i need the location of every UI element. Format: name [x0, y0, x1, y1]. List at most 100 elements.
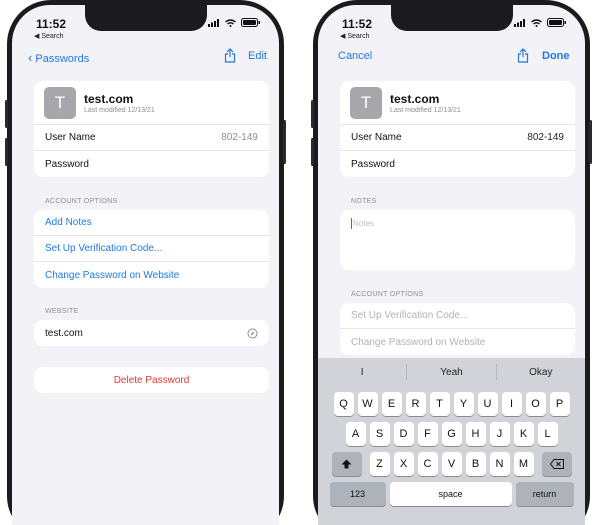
key-u[interactable]: U	[477, 392, 498, 416]
volume-down-button	[311, 138, 314, 166]
account-options-card: Add Notes Set Up Verification Code... Ch…	[34, 210, 269, 288]
password-row[interactable]: Password	[340, 151, 575, 177]
key-row-3: Z X C V B N M	[318, 452, 585, 476]
key-k[interactable]: K	[513, 422, 534, 446]
signal-icon	[208, 18, 219, 27]
key-s[interactable]: S	[369, 422, 390, 446]
key-q[interactable]: Q	[333, 392, 354, 416]
back-to-passwords-link[interactable]: ‹ Passwords	[28, 50, 89, 65]
website-value: test.com	[45, 327, 83, 339]
key-n[interactable]: N	[489, 452, 510, 476]
account-options-header: ACCOUNT OPTIONS	[351, 291, 424, 298]
key-w[interactable]: W	[357, 392, 378, 416]
key-e[interactable]: E	[381, 392, 402, 416]
last-modified: Last modified 12/13/21	[84, 106, 155, 114]
key-v[interactable]: V	[441, 452, 462, 476]
status-icons	[514, 18, 567, 27]
credential-card: T test.com Last modified 12/13/21 User N…	[340, 81, 575, 177]
signal-icon	[514, 18, 525, 27]
suggestion-3[interactable]: Okay	[497, 367, 585, 378]
site-title: test.com	[390, 91, 440, 106]
key-o[interactable]: O	[525, 392, 546, 416]
site-title: test.com	[84, 91, 134, 106]
edit-button[interactable]: Edit	[248, 50, 267, 62]
notes-header: NOTES	[351, 198, 377, 205]
key-row-4: 123 space return	[318, 482, 585, 506]
key-i[interactable]: I	[501, 392, 522, 416]
suggestion-1[interactable]: I	[318, 367, 406, 378]
numbers-key[interactable]: 123	[329, 482, 386, 506]
key-d[interactable]: D	[393, 422, 414, 446]
username-row[interactable]: User Name 802-149	[34, 125, 269, 151]
cancel-button[interactable]: Cancel	[338, 50, 372, 62]
key-a[interactable]: A	[345, 422, 366, 446]
key-h[interactable]: H	[465, 422, 486, 446]
status-back-to-search[interactable]: ◀ Search	[340, 32, 370, 40]
notes-field[interactable]: Notes	[340, 210, 575, 237]
credential-card: T test.com Last modified 12/13/21 User N…	[34, 81, 269, 177]
key-p[interactable]: P	[549, 392, 570, 416]
key-g[interactable]: G	[441, 422, 462, 446]
delete-password-button[interactable]: Delete Password	[34, 367, 269, 393]
change-password-on-website-button[interactable]: Change Password on Website	[340, 329, 575, 355]
power-button	[283, 120, 286, 164]
backspace-key[interactable]	[541, 452, 572, 476]
key-row-2: A S D F G H J K L	[318, 422, 585, 446]
key-j[interactable]: J	[489, 422, 510, 446]
site-header: T test.com Last modified 12/13/21	[340, 81, 575, 125]
space-key[interactable]: space	[389, 482, 512, 506]
notes-card: Notes	[340, 210, 575, 270]
left-screen: 11:52 ◀ Search ‹ Passwords Edit T test.c…	[12, 5, 279, 525]
key-r[interactable]: R	[405, 392, 426, 416]
right-phone: 11:52 ◀ Search Cancel Done T test.com La…	[311, 0, 592, 525]
key-f[interactable]: F	[417, 422, 438, 446]
account-options-card: Set Up Verification Code... Change Passw…	[340, 303, 575, 355]
site-header: T test.com Last modified 12/13/21	[34, 81, 269, 125]
return-key[interactable]: return	[515, 482, 574, 506]
username-value: 802-149	[221, 132, 258, 143]
back-label: Passwords	[35, 53, 90, 65]
key-l[interactable]: L	[537, 422, 558, 446]
done-button[interactable]: Done	[542, 50, 570, 62]
suggestion-2[interactable]: Yeah	[407, 367, 495, 378]
key-m[interactable]: M	[513, 452, 534, 476]
volume-down-button	[5, 138, 8, 166]
share-icon[interactable]	[517, 48, 529, 63]
password-row[interactable]: Password	[34, 151, 269, 177]
username-label: User Name	[45, 132, 96, 143]
password-label: Password	[45, 158, 89, 170]
website-row[interactable]: test.com	[34, 320, 269, 346]
power-button	[589, 120, 592, 164]
key-t[interactable]: T	[429, 392, 450, 416]
notch	[84, 5, 207, 31]
status-back-to-search[interactable]: ◀ Search	[34, 32, 64, 40]
share-icon[interactable]	[224, 48, 236, 63]
battery-icon	[241, 18, 260, 27]
setup-verification-code-button[interactable]: Set Up Verification Code...	[34, 236, 269, 262]
status-time: 11:52	[36, 17, 67, 31]
key-b[interactable]: B	[465, 452, 486, 476]
notch	[390, 5, 513, 31]
username-label: User Name	[351, 132, 402, 143]
account-options-header: ACCOUNT OPTIONS	[45, 198, 118, 205]
setup-verification-code-button[interactable]: Set Up Verification Code...	[340, 303, 575, 329]
site-avatar: T	[350, 86, 382, 119]
key-x[interactable]: X	[393, 452, 414, 476]
username-row[interactable]: User Name 802-149	[340, 125, 575, 151]
add-notes-button[interactable]: Add Notes	[34, 210, 269, 236]
key-z[interactable]: Z	[369, 452, 390, 476]
delete-card: Delete Password	[34, 367, 269, 393]
suggestion-bar: I Yeah Okay	[318, 358, 585, 386]
site-avatar: T	[44, 86, 76, 119]
key-row-1: Q W E R T Y U I O P	[318, 392, 585, 416]
chevron-left-icon: ‹	[28, 50, 33, 65]
website-card: test.com	[34, 320, 269, 346]
change-password-on-website-button[interactable]: Change Password on Website	[34, 262, 269, 288]
compass-icon[interactable]	[247, 328, 258, 339]
shift-key[interactable]	[331, 452, 362, 476]
key-y[interactable]: Y	[453, 392, 474, 416]
battery-icon	[547, 18, 566, 27]
notes-placeholder: Notes	[353, 219, 374, 228]
username-value: 802-149	[527, 132, 564, 143]
key-c[interactable]: C	[417, 452, 438, 476]
